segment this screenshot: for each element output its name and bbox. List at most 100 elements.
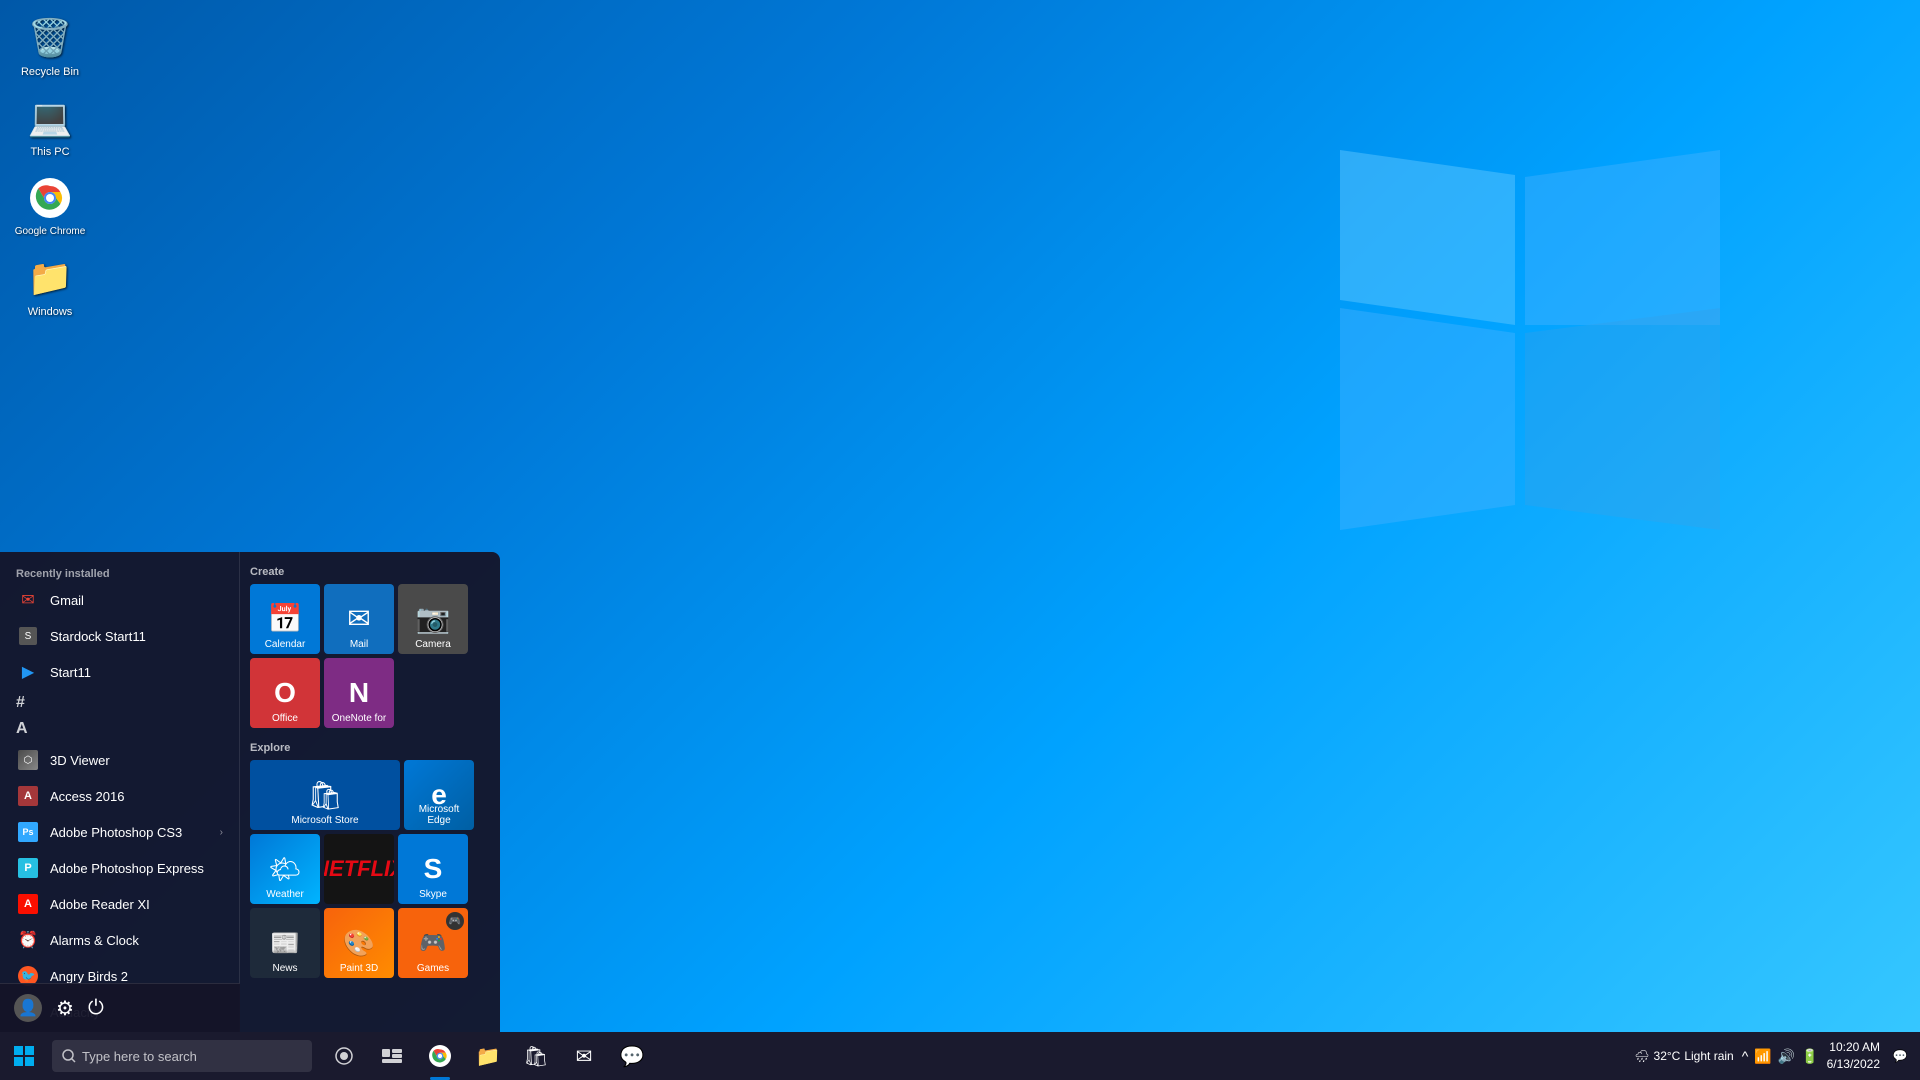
windows-folder-image: 📁 xyxy=(26,254,74,302)
create-section-label: Create xyxy=(250,562,490,584)
taskbar-chrome[interactable] xyxy=(416,1032,464,1080)
settings-button[interactable]: ⚙ xyxy=(52,992,78,1025)
weather-temp: 32°C xyxy=(1654,1049,1681,1063)
office-tile[interactable]: O Office xyxy=(250,658,320,728)
netflix-tile[interactable]: NETFLIX xyxy=(324,834,394,904)
news-tile-label: News xyxy=(250,963,320,974)
3dviewer-icon: ⬡ xyxy=(16,748,40,772)
settings-icon: ⚙ xyxy=(56,996,74,1021)
app-item-stardock[interactable]: S Stardock Start11 xyxy=(0,618,239,654)
app-item-start11[interactable]: ▶ Start11 xyxy=(0,654,239,690)
user-account-button[interactable]: 👤 xyxy=(10,990,46,1026)
mail-tile-icon: ✉ xyxy=(347,602,370,635)
mail-taskbar-icon: ✉ xyxy=(576,1044,593,1069)
chevron-up-icon[interactable]: ^ xyxy=(1742,1048,1749,1064)
volume-icon[interactable]: 🔊 xyxy=(1778,1048,1795,1065)
gmail-icon: ✉ xyxy=(16,588,40,612)
google-chrome-icon[interactable]: Google Chrome xyxy=(10,170,90,241)
weather-tile-icon: 🌤 xyxy=(268,854,301,885)
explorer-icon: 📁 xyxy=(476,1044,501,1069)
app-item-access[interactable]: A Access 2016 xyxy=(0,778,239,814)
adobe-ps-express-icon: P xyxy=(16,856,40,880)
recycle-bin-icon[interactable]: 🗑️ Recycle Bin xyxy=(10,10,90,82)
explore-section-label: Explore xyxy=(250,738,490,760)
paint3d-tile-label: Paint 3D xyxy=(324,963,394,974)
start-menu: Recently installed ✉ Gmail S Stardock St… xyxy=(0,552,500,1032)
ms-store-tile[interactable]: 🛍 Microsoft Store xyxy=(250,760,400,830)
chrome-image xyxy=(26,174,74,222)
taskbar: Type here to search xyxy=(0,1032,1920,1080)
start-icon xyxy=(14,1046,34,1066)
app-item-gmail[interactable]: ✉ Gmail xyxy=(0,582,239,618)
app-item-adobe-reader[interactable]: A Adobe Reader XI xyxy=(0,886,239,922)
news-tile[interactable]: 📰 News xyxy=(250,908,320,978)
stardock-label: Stardock Start11 xyxy=(50,629,146,644)
start-button[interactable] xyxy=(0,1032,48,1080)
paint3d-tile[interactable]: 🎨 Paint 3D xyxy=(324,908,394,978)
discord-icon: 💬 xyxy=(620,1044,645,1069)
ms-store-icon: 🛍 xyxy=(307,779,343,812)
system-clock[interactable]: 10:20 AM 6/13/2022 xyxy=(1827,1039,1880,1073)
taskbar-task-view[interactable] xyxy=(368,1032,416,1080)
network-icon[interactable]: 📶 xyxy=(1754,1048,1771,1065)
taskbar-cortana[interactable] xyxy=(320,1032,368,1080)
app-item-adobe-ps-express[interactable]: P Adobe Photoshop Express xyxy=(0,850,239,886)
onenote-tile[interactable]: N OneNote for xyxy=(324,658,394,728)
calendar-tile[interactable]: 📅 Calendar xyxy=(250,584,320,654)
gmail-label: Gmail xyxy=(50,593,84,608)
ms-store-label: Microsoft Store xyxy=(250,815,400,826)
this-pc-label: This PC xyxy=(30,146,69,158)
skype-tile-label: Skype xyxy=(398,889,468,900)
app-item-alarms[interactable]: ⏰ Alarms & Clock xyxy=(0,922,239,958)
adobe-reader-icon: A xyxy=(16,892,40,916)
taskbar-search[interactable]: Type here to search xyxy=(52,1040,312,1072)
this-pc-icon[interactable]: 💻 This PC xyxy=(10,90,90,162)
index-hash: # xyxy=(0,690,239,716)
power-button[interactable]: ⏻ xyxy=(84,993,108,1024)
games-tile[interactable]: 🎮 🎮 Games xyxy=(398,908,468,978)
app-item-3dviewer[interactable]: ⬡ 3D Viewer xyxy=(0,742,239,778)
ms-edge-label: Microsoft Edge xyxy=(404,804,474,826)
mail-tile[interactable]: ✉ Mail xyxy=(324,584,394,654)
onenote-tile-icon: N xyxy=(349,677,369,709)
store-icon: 🛍 xyxy=(523,1044,548,1069)
clock-time: 10:20 AM xyxy=(1827,1039,1880,1056)
recycle-bin-image: 🗑️ xyxy=(26,14,74,62)
calendar-tile-label: Calendar xyxy=(250,639,320,650)
weather-info[interactable]: 🌧 32°C Light rain xyxy=(1634,1049,1733,1063)
weather-tile[interactable]: 🌤 Weather xyxy=(250,834,320,904)
windows-folder-icon[interactable]: 📁 Windows xyxy=(10,250,90,322)
taskbar-store[interactable]: 🛍 xyxy=(512,1032,560,1080)
taskbar-mail[interactable]: ✉ xyxy=(560,1032,608,1080)
start-bottom-bar: 👤 ⚙ ⏻ xyxy=(0,983,240,1032)
access-label: Access 2016 xyxy=(50,789,124,804)
explore-tiles-grid: 🛍 Microsoft Store e Microsoft Edge 🌤 Wea… xyxy=(250,760,490,978)
clock-date: 6/13/2022 xyxy=(1827,1056,1880,1073)
onenote-tile-label: OneNote for xyxy=(324,713,394,724)
alarms-icon: ⏰ xyxy=(16,928,40,952)
3dviewer-label: 3D Viewer xyxy=(50,753,110,768)
system-tray[interactable]: ^ 📶 🔊 🔋 xyxy=(1742,1048,1819,1065)
notification-icon: 💬 xyxy=(1893,1049,1908,1063)
start-menu-right-panel: Create 📅 Calendar ✉ Mail 📷 Camera xyxy=(240,552,500,1032)
skype-tile-icon: S xyxy=(424,853,443,885)
windows-logo xyxy=(1340,150,1720,530)
app-item-adobe-ps-cs3[interactable]: Ps Adobe Photoshop CS3 › xyxy=(0,814,239,850)
office-tile-label: Office xyxy=(250,713,320,724)
weather-condition: Light rain xyxy=(1684,1049,1733,1063)
calendar-tile-icon: 📅 xyxy=(268,602,303,635)
skype-tile[interactable]: S Skype xyxy=(398,834,468,904)
index-a: A xyxy=(0,716,239,742)
battery-icon[interactable]: 🔋 xyxy=(1801,1048,1818,1065)
alarms-label: Alarms & Clock xyxy=(50,933,139,948)
notification-center[interactable]: 💬 xyxy=(1888,1032,1912,1080)
adobe-ps-cs3-icon: Ps xyxy=(16,820,40,844)
search-icon xyxy=(62,1049,76,1063)
office-tile-icon: O xyxy=(274,677,296,709)
taskbar-explorer[interactable]: 📁 xyxy=(464,1032,512,1080)
camera-tile[interactable]: 📷 Camera xyxy=(398,584,468,654)
ms-edge-tile[interactable]: e Microsoft Edge xyxy=(404,760,474,830)
taskbar-discord[interactable]: 💬 xyxy=(608,1032,656,1080)
recycle-bin-label: Recycle Bin xyxy=(21,66,79,78)
camera-tile-label: Camera xyxy=(398,639,468,650)
